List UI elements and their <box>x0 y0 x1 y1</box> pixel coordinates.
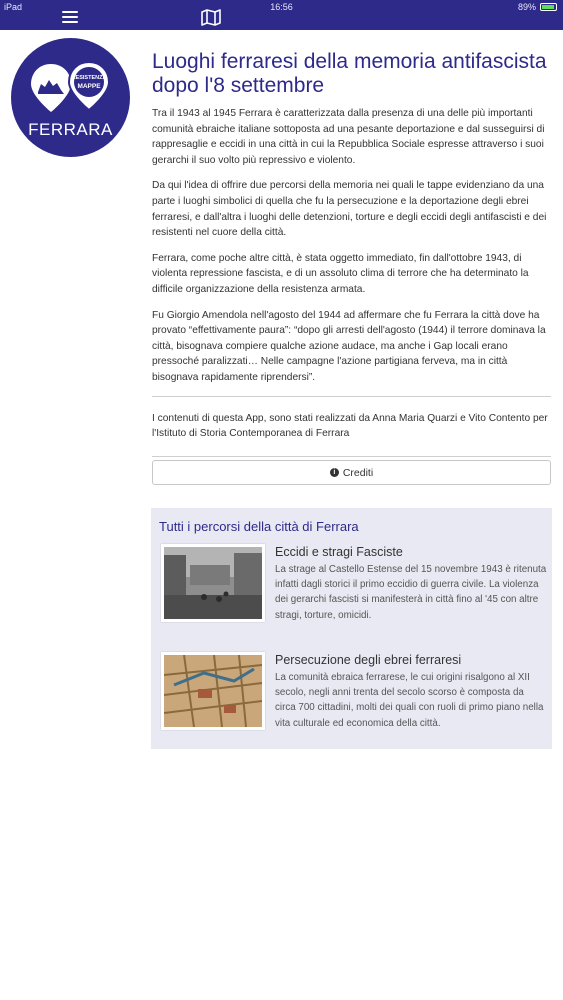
battery-percent: 89% <box>517 2 536 12</box>
route-item-persecuzione[interactable]: Persecuzione degli ebrei ferraresi La co… <box>161 652 545 742</box>
routes-panel: Tutti i percorsi della città di Ferrara … <box>151 508 552 749</box>
hamburger-menu-icon[interactable] <box>62 11 78 24</box>
page-title: Luoghi ferraresi della memoria antifasci… <box>152 50 547 97</box>
status-bar: iPad 16:56 89% <box>0 0 563 14</box>
status-right: 89% <box>518 2 557 12</box>
route-thumbnail-persecuzione[interactable] <box>161 652 265 730</box>
route-description: La strage al Castello Estense del 15 nov… <box>275 564 547 621</box>
credits-note: I contenuti di questa App, sono stati re… <box>152 412 548 440</box>
route-title[interactable]: Eccidi e stragi Fasciste <box>275 544 547 560</box>
route-info: Persecuzione degli ebrei ferraresi La co… <box>275 652 547 731</box>
logo-badge-line2: MAPPE <box>77 83 101 90</box>
map-icon[interactable] <box>200 8 222 26</box>
status-time: 16:56 <box>270 2 293 12</box>
logo-badge-line1: RESISTENZA <box>72 75 107 81</box>
route-title[interactable]: Persecuzione degli ebrei ferraresi <box>275 652 547 668</box>
app-logo: RESISTENZA MAPPE FERRARA <box>11 38 130 157</box>
paragraph: Tra il 1943 al 1945 Ferrara è caratteriz… <box>152 108 545 166</box>
paragraph: Ferrara, come poche altre città, è stata… <box>152 252 529 295</box>
intro-text: Tra il 1943 al 1945 Ferrara è caratteriz… <box>152 106 551 386</box>
logo-city: FERRARA <box>28 120 113 139</box>
info-icon: i <box>329 468 339 477</box>
top-navigation-bar: iPad 16:56 89% <box>0 0 563 30</box>
paragraph: Da qui l'idea di offrire due percorsi de… <box>152 180 547 239</box>
credits-button[interactable]: i Crediti <box>152 460 551 485</box>
main-content: Luoghi ferraresi della memoria antifasci… <box>152 50 551 457</box>
divider <box>152 455 551 457</box>
divider <box>152 395 551 397</box>
route-info: Eccidi e stragi Fasciste La strage al Ca… <box>275 544 547 623</box>
paragraph: Fu Giorgio Amendola nell'agosto del 1944… <box>152 309 546 383</box>
credits-button-label: Crediti <box>342 466 374 479</box>
route-description: La comunità ebraica ferrarese, le cui or… <box>275 672 544 729</box>
battery-icon <box>540 3 557 11</box>
route-item-eccidi[interactable]: Eccidi e stragi Fasciste La strage al Ca… <box>161 544 547 634</box>
route-thumbnail-eccidi[interactable] <box>161 544 265 622</box>
routes-heading: Tutti i percorsi della città di Ferrara <box>159 519 359 534</box>
